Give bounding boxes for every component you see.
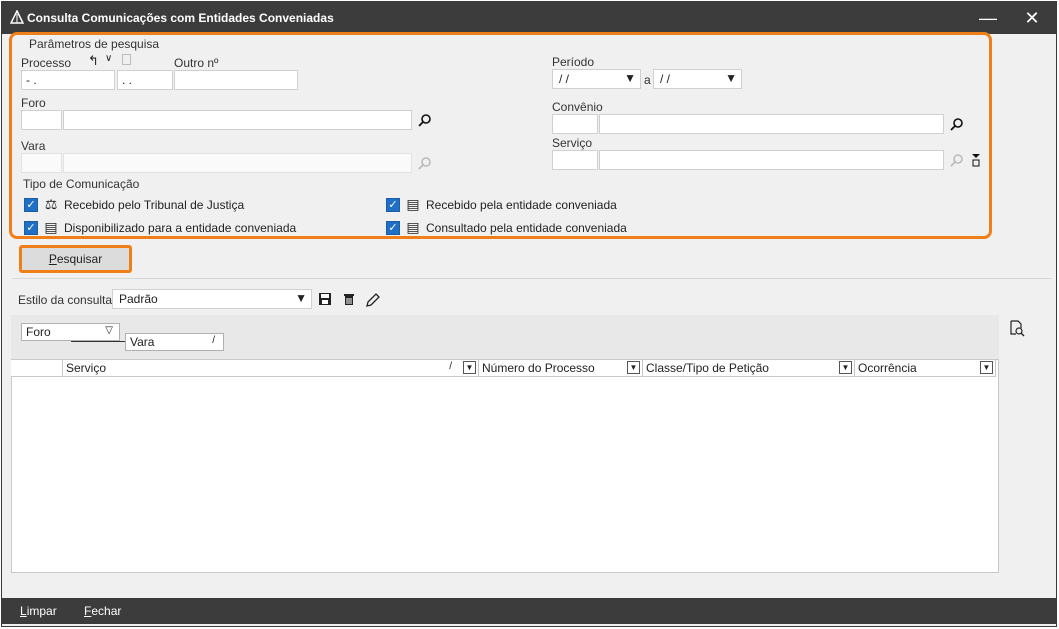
estilo-value: Padrão: [119, 292, 158, 306]
column-filter-dropdown[interactable]: ▼: [839, 361, 852, 374]
checkbox-consultado-entidade[interactable]: ✓ ▤ Consultado pela entidade conveniada: [386, 219, 627, 236]
outro-label: Outro nº: [174, 56, 219, 70]
checkbox-label: Consultado pela entidade conveniada: [426, 220, 627, 235]
undo-icon[interactable]: ↰: [88, 53, 99, 69]
check-icon[interactable]: ✓: [24, 197, 38, 212]
sort-indicator-icon: /: [212, 335, 215, 346]
chevron-down-icon: ▼: [295, 291, 307, 305]
vara-name-input[interactable]: [63, 153, 412, 173]
periodo-to-value: / /: [660, 72, 671, 86]
document-search-icon: ▤: [406, 219, 420, 235]
periodo-from-value: / /: [559, 72, 570, 86]
periodo-separator: a: [644, 73, 651, 87]
scales-icon: ⚖: [44, 196, 58, 212]
column-label: Número do Processo: [482, 361, 595, 375]
search-icon[interactable]: [950, 153, 964, 167]
column-header-ocorrencia[interactable]: Ocorrência ▼: [855, 360, 996, 377]
title-bar: Consulta Comunicações com Entidades Conv…: [2, 2, 1056, 34]
minimize-button[interactable]: —: [976, 6, 1000, 30]
column-header-classe-tipo[interactable]: Classe/Tipo de Petição ▼: [643, 360, 855, 377]
foro-label: Foro: [21, 96, 46, 110]
servico-label: Serviço: [552, 136, 593, 150]
foro-code-input[interactable]: [21, 110, 62, 130]
save-icon[interactable]: [318, 292, 332, 306]
sort-indicator-icon: /: [449, 361, 452, 372]
check-icon[interactable]: ✓: [386, 220, 400, 235]
column-label: Ocorrência: [858, 361, 917, 375]
fechar-label: echar: [91, 604, 122, 618]
row-indicator-header: [11, 360, 63, 377]
group-chip-vara[interactable]: Vara /: [125, 333, 224, 351]
sort-indicator-icon: ▽: [105, 325, 113, 336]
fechar-button[interactable]: Fechar: [84, 604, 121, 618]
search-params-legend: Parâmetros de pesquisa: [26, 37, 163, 51]
column-label: Classe/Tipo de Petição: [646, 361, 769, 375]
search-icon[interactable]: [418, 156, 432, 170]
app-logo-icon: [10, 10, 24, 24]
checkbox-label: Recebido pela entidade conveniada: [426, 197, 617, 212]
vara-code-input[interactable]: [21, 153, 62, 173]
window-title: Consulta Comunicações com Entidades Conv…: [27, 11, 334, 25]
limpar-accel: L: [20, 604, 27, 618]
close-button[interactable]: ✕: [1020, 6, 1044, 30]
column-filter-dropdown[interactable]: ▼: [980, 361, 993, 374]
document-check-icon: ▤: [406, 196, 420, 212]
servico-name-input[interactable]: [599, 150, 944, 170]
clipboard-icon[interactable]: [122, 54, 131, 65]
tipo-comunicacao-label: Tipo de Comunicação: [23, 177, 140, 191]
column-header-numero-processo[interactable]: Número do Processo ▼: [479, 360, 643, 377]
footer-bar: Limpar Fechar: [2, 598, 1056, 624]
processo-field-1[interactable]: - .: [21, 70, 115, 90]
estilo-label: Estilo da consulta: [18, 293, 113, 307]
document-download-icon: ▤: [44, 219, 58, 235]
chevron-down-icon: ▼: [624, 71, 636, 85]
filter-dropdown-icon[interactable]: [970, 153, 982, 167]
servico-code-input[interactable]: [552, 150, 598, 170]
estilo-select[interactable]: Padrão ▼: [112, 289, 312, 309]
processo-field-2[interactable]: . .: [117, 70, 173, 90]
checkbox-recebido-entidade[interactable]: ✓ ▤ Recebido pela entidade conveniada: [386, 196, 617, 213]
checkbox-recebido-tribunal[interactable]: ✓ ⚖ Recebido pelo Tribunal de Justiça: [24, 196, 244, 213]
periodo-to-select[interactable]: / / ▼: [653, 69, 742, 89]
column-filter-dropdown[interactable]: ▼: [463, 361, 476, 374]
check-icon[interactable]: ✓: [24, 220, 38, 235]
chevron-down-icon: ▼: [725, 71, 737, 85]
pencil-icon[interactable]: [365, 292, 381, 308]
chevron-down-icon[interactable]: ∨: [105, 53, 112, 64]
main-window: Consulta Comunicações com Entidades Conv…: [1, 1, 1057, 627]
pesquisar-button[interactable]: Pesquisar: [19, 245, 132, 273]
check-icon[interactable]: ✓: [386, 197, 400, 212]
checkbox-label: Recebido pelo Tribunal de Justiça: [64, 197, 245, 212]
limpar-button[interactable]: Limpar: [20, 604, 57, 618]
column-header-servico[interactable]: Serviço / ▼: [63, 360, 479, 377]
convenio-name-input[interactable]: [599, 114, 944, 134]
pesquisar-label: esquisar: [56, 252, 103, 266]
column-filter-dropdown[interactable]: ▼: [627, 361, 640, 374]
foro-name-input[interactable]: [63, 110, 412, 130]
trash-icon[interactable]: [342, 292, 356, 306]
divider: [12, 278, 1052, 279]
search-icon[interactable]: [418, 113, 432, 127]
outro-numero-input[interactable]: [174, 70, 298, 90]
column-label: Serviço: [66, 361, 107, 375]
group-chip-label: Vara: [130, 335, 155, 349]
processo-label: Processo: [21, 56, 72, 70]
limpar-label: impar: [26, 604, 57, 618]
convenio-code-input[interactable]: [552, 114, 598, 134]
convenio-label: Convênio: [552, 100, 603, 114]
document-search-icon[interactable]: [1008, 319, 1026, 337]
search-icon[interactable]: [950, 117, 964, 131]
periodo-from-select[interactable]: / / ▼: [552, 69, 641, 89]
pesquisar-accel: P: [48, 252, 57, 266]
checkbox-label: Disponibilizado para a entidade convenia…: [64, 220, 297, 235]
group-chip-foro[interactable]: Foro ▽: [21, 323, 120, 341]
group-chip-label: Foro: [26, 325, 51, 339]
group-connector: [71, 341, 125, 342]
vara-label: Vara: [21, 139, 46, 153]
periodo-label: Período: [552, 55, 595, 69]
checkbox-disponibilizado[interactable]: ✓ ▤ Disponibilizado para a entidade conv…: [24, 219, 296, 236]
